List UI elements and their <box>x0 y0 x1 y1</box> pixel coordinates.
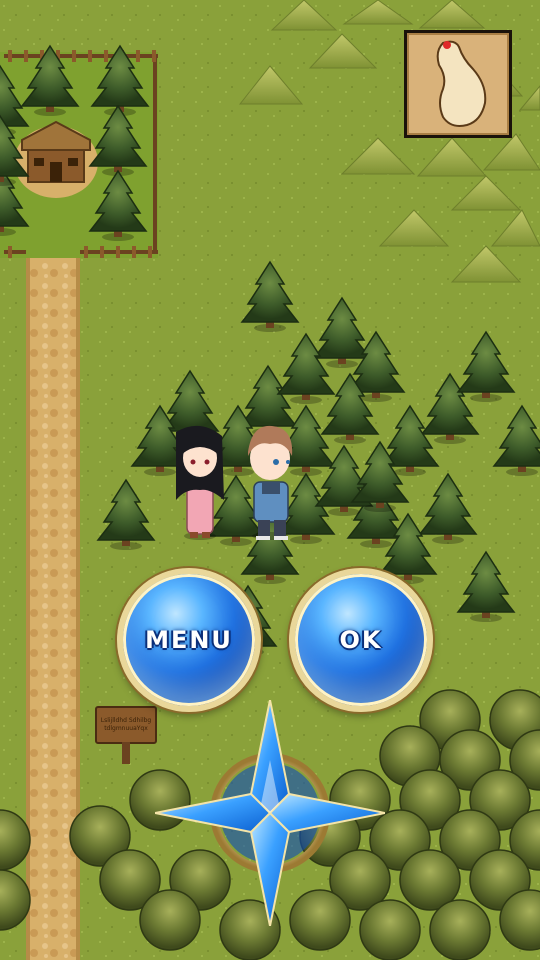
signpost[interactable]: Lslijlldhd Sdhilbg tdlgmnuuaYqx <box>95 706 157 744</box>
signpost-line-1: Lslijlldhd Sdhilbg <box>100 717 152 724</box>
boy-sprite[interactable] <box>248 425 293 540</box>
menu-button[interactable]: MENU <box>117 568 261 712</box>
girl-sprite[interactable] <box>176 425 224 540</box>
player-marker-icon <box>443 41 451 49</box>
compass-star-dpad-icon[interactable] <box>155 700 385 926</box>
menu-button-label: MENU <box>145 626 233 654</box>
parchment-map-icon <box>405 31 511 137</box>
minimap[interactable] <box>404 30 512 138</box>
ok-button[interactable]: OK <box>289 568 433 712</box>
game-screen[interactable]: Lslijlldhd Sdhilbg tdlgmnuuaYqx MENU OK <box>0 0 540 960</box>
signpost-post <box>122 742 130 764</box>
ok-button-label: OK <box>339 626 383 654</box>
signpost-line-2: tdlgmnuuaYqx <box>104 725 148 732</box>
